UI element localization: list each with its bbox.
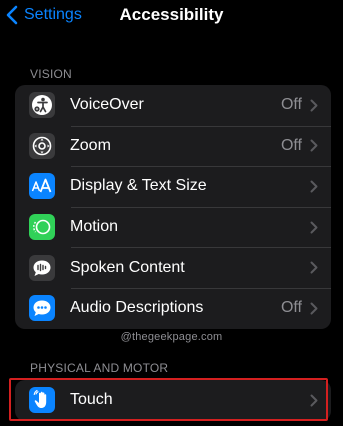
chevron-right-icon xyxy=(310,261,318,274)
row-label: VoiceOver xyxy=(70,96,144,114)
vision-group: VoiceOver Off Zoom Off Display & Text Si… xyxy=(15,85,331,329)
row-label: Motion xyxy=(70,218,119,236)
row-motion[interactable]: Motion xyxy=(15,206,331,248)
section-header-physical-motor: PHYSICAL AND MOTOR xyxy=(30,361,169,375)
row-voiceover[interactable]: VoiceOver Off xyxy=(15,85,331,126)
row-display-text-size[interactable]: Display & Text Size xyxy=(15,166,331,207)
watermark: @thegeekpage.com xyxy=(120,331,223,343)
motion-icon xyxy=(29,214,55,241)
row-label: Zoom xyxy=(70,136,111,154)
zoom-icon xyxy=(29,132,55,159)
speech-bubble-icon xyxy=(29,254,55,281)
chevron-right-icon xyxy=(310,180,318,193)
row-audio-descriptions[interactable]: Audio Descriptions Off xyxy=(15,287,331,329)
row-label: Display & Text Size xyxy=(70,177,207,195)
voiceover-icon xyxy=(29,92,55,119)
text-size-icon xyxy=(29,173,55,200)
row-spoken-content[interactable]: Spoken Content xyxy=(15,247,331,288)
row-value: Off xyxy=(280,136,302,154)
row-value: Off xyxy=(280,299,302,317)
audio-descriptions-icon xyxy=(29,295,55,322)
chevron-right-icon xyxy=(310,221,318,234)
chevron-right-icon xyxy=(310,99,318,112)
row-label: Spoken Content xyxy=(70,258,185,276)
page-title: Accessibility xyxy=(119,5,224,24)
row-label: Audio Descriptions xyxy=(70,299,204,317)
section-header-vision: VISION xyxy=(30,67,72,81)
chevron-right-icon xyxy=(310,139,318,152)
chevron-right-icon xyxy=(310,302,318,315)
row-value: Off xyxy=(280,96,302,114)
navigation-bar: Settings Accessibility xyxy=(0,0,343,32)
highlight-box xyxy=(9,378,328,421)
row-zoom[interactable]: Zoom Off xyxy=(15,125,331,167)
